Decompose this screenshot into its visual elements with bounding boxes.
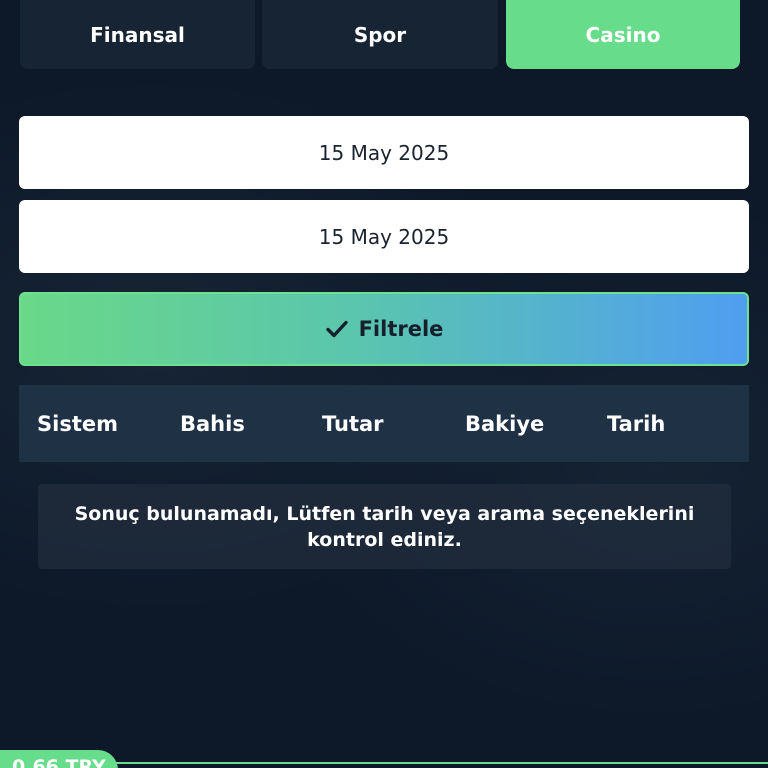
empty-results-message: Sonuç bulunamadı, Lütfen tarih veya aram… (38, 484, 731, 569)
start-date-value: 15 May 2025 (318, 140, 450, 165)
column-header-tarih: Tarih (607, 411, 666, 436)
tab-spor-label: Spor (353, 22, 407, 47)
tab-spor[interactable]: Spor (262, 0, 498, 69)
filter-button[interactable]: Filtrele (19, 292, 749, 366)
end-date-value: 15 May 2025 (318, 224, 450, 249)
tab-finansal[interactable]: Finansal (20, 0, 255, 69)
column-header-bahis: Bahis (180, 411, 245, 436)
column-header-sistem: Sistem (37, 411, 118, 436)
balance-text: 0,66 TRY (12, 756, 106, 768)
tab-casino-label: Casino (585, 22, 661, 47)
balance-badge[interactable]: 0,66 TRY (0, 750, 118, 768)
bottom-divider (110, 762, 768, 764)
tab-casino[interactable]: Casino (506, 0, 740, 69)
table-header: Sistem Bahis Tutar Bakiye Tarih (19, 385, 749, 462)
check-icon (325, 320, 348, 338)
column-header-bakiye: Bakiye (465, 411, 545, 436)
filter-button-label: Filtrele (358, 317, 444, 341)
history-page: Finansal Spor Casino 15 May 2025 15 May … (0, 0, 768, 768)
empty-results-text: Sonuç bulunamadı, Lütfen tarih veya aram… (74, 502, 695, 551)
end-date-field[interactable]: 15 May 2025 (19, 200, 749, 273)
column-header-tutar: Tutar (322, 411, 384, 436)
start-date-field[interactable]: 15 May 2025 (19, 116, 749, 189)
tab-finansal-label: Finansal (90, 22, 185, 47)
